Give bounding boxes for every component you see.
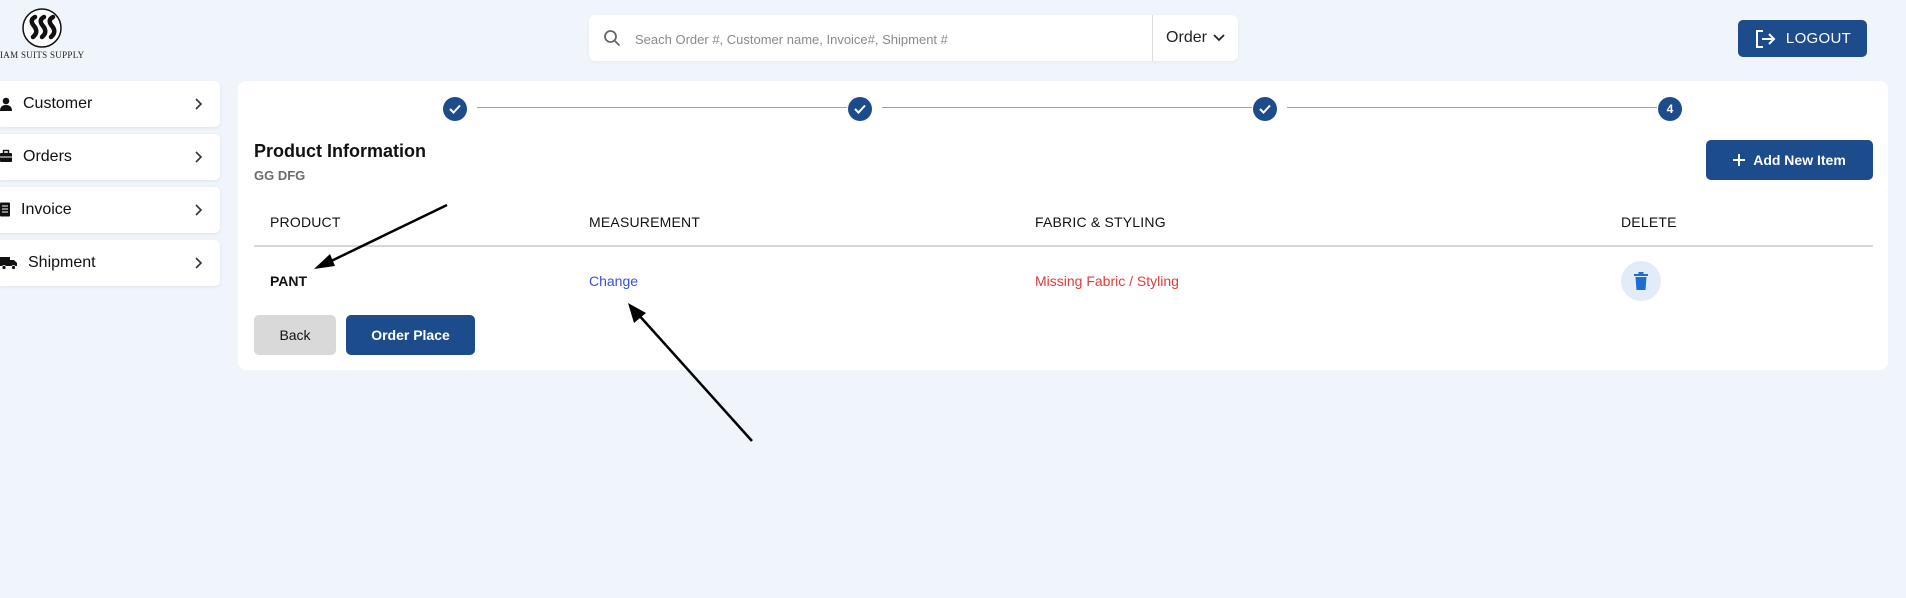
column-header-product: PRODUCT (270, 214, 341, 230)
step-3[interactable] (1253, 97, 1277, 121)
check-icon (449, 104, 461, 114)
column-header-measurement: MEASUREMENT (589, 214, 701, 230)
sidebar-item-invoice[interactable]: Invoice (0, 187, 220, 233)
sidebar-item-label: Customer (23, 95, 93, 112)
back-button-label: Back (279, 327, 311, 343)
fabric-styling-status: Missing Fabric / Styling (1035, 273, 1179, 289)
chevron-down-icon (1213, 34, 1225, 42)
sidebar-item-label: Shipment (28, 254, 96, 271)
product-cell: PANT (270, 273, 308, 289)
step-number: 4 (1666, 102, 1674, 116)
measurement-change-link[interactable]: Change (589, 273, 638, 289)
sss-logo-icon (22, 8, 62, 48)
chevron-right-icon (195, 257, 203, 269)
document-icon (0, 202, 10, 217)
check-icon (854, 104, 866, 114)
order-place-label: Order Place (371, 327, 450, 343)
sidebar-item-label: Orders (23, 148, 72, 165)
column-header-fabric-styling: FABRIC & STYLING (1035, 214, 1166, 230)
delete-item-button[interactable] (1621, 261, 1661, 301)
add-new-item-label: Add New Item (1753, 152, 1846, 168)
logout-label: LOGOUT (1785, 30, 1852, 47)
search-type-select[interactable]: Order (1153, 15, 1238, 61)
chevron-right-icon (195, 151, 203, 163)
person-icon (0, 97, 12, 111)
stepper-connector (477, 107, 847, 108)
plus-icon (1733, 154, 1746, 166)
step-4[interactable]: 4 (1658, 97, 1682, 121)
order-place-button[interactable]: Order Place (346, 315, 475, 355)
stepper-connector (882, 107, 1252, 108)
brand-name: IAM SUITS SUPPLY (0, 50, 85, 60)
check-icon (1259, 104, 1271, 114)
column-header-delete: DELETE (1621, 214, 1677, 230)
sidebar-item-customer[interactable]: Customer (0, 81, 220, 127)
sidebar-item-shipment[interactable]: Shipment (0, 240, 220, 286)
sidebar-item-label: Invoice (21, 201, 72, 218)
add-new-item-button[interactable]: Add New Item (1706, 140, 1873, 180)
briefcase-icon (0, 149, 12, 162)
trash-icon (1634, 272, 1648, 290)
customer-name: GG DFG (254, 168, 306, 183)
search-bar: Order (589, 15, 1238, 61)
search-icon (604, 30, 620, 46)
step-1[interactable] (443, 97, 467, 121)
chevron-right-icon (195, 98, 203, 110)
table-header-divider (254, 245, 1873, 247)
page-title: Product Information (254, 141, 426, 161)
logout-button[interactable]: LOGOUT (1738, 20, 1867, 57)
step-2[interactable] (848, 97, 872, 121)
search-input[interactable] (633, 23, 1237, 55)
back-button[interactable]: Back (254, 315, 336, 355)
brand-logo[interactable]: IAM SUITS SUPPLY (0, 8, 96, 62)
sidebar-item-orders[interactable]: Orders (0, 134, 220, 180)
search-type-label: Order (1166, 29, 1207, 46)
logout-icon (1755, 29, 1776, 48)
stepper-connector (1287, 107, 1657, 108)
chevron-right-icon (195, 204, 203, 216)
truck-icon (0, 257, 17, 270)
